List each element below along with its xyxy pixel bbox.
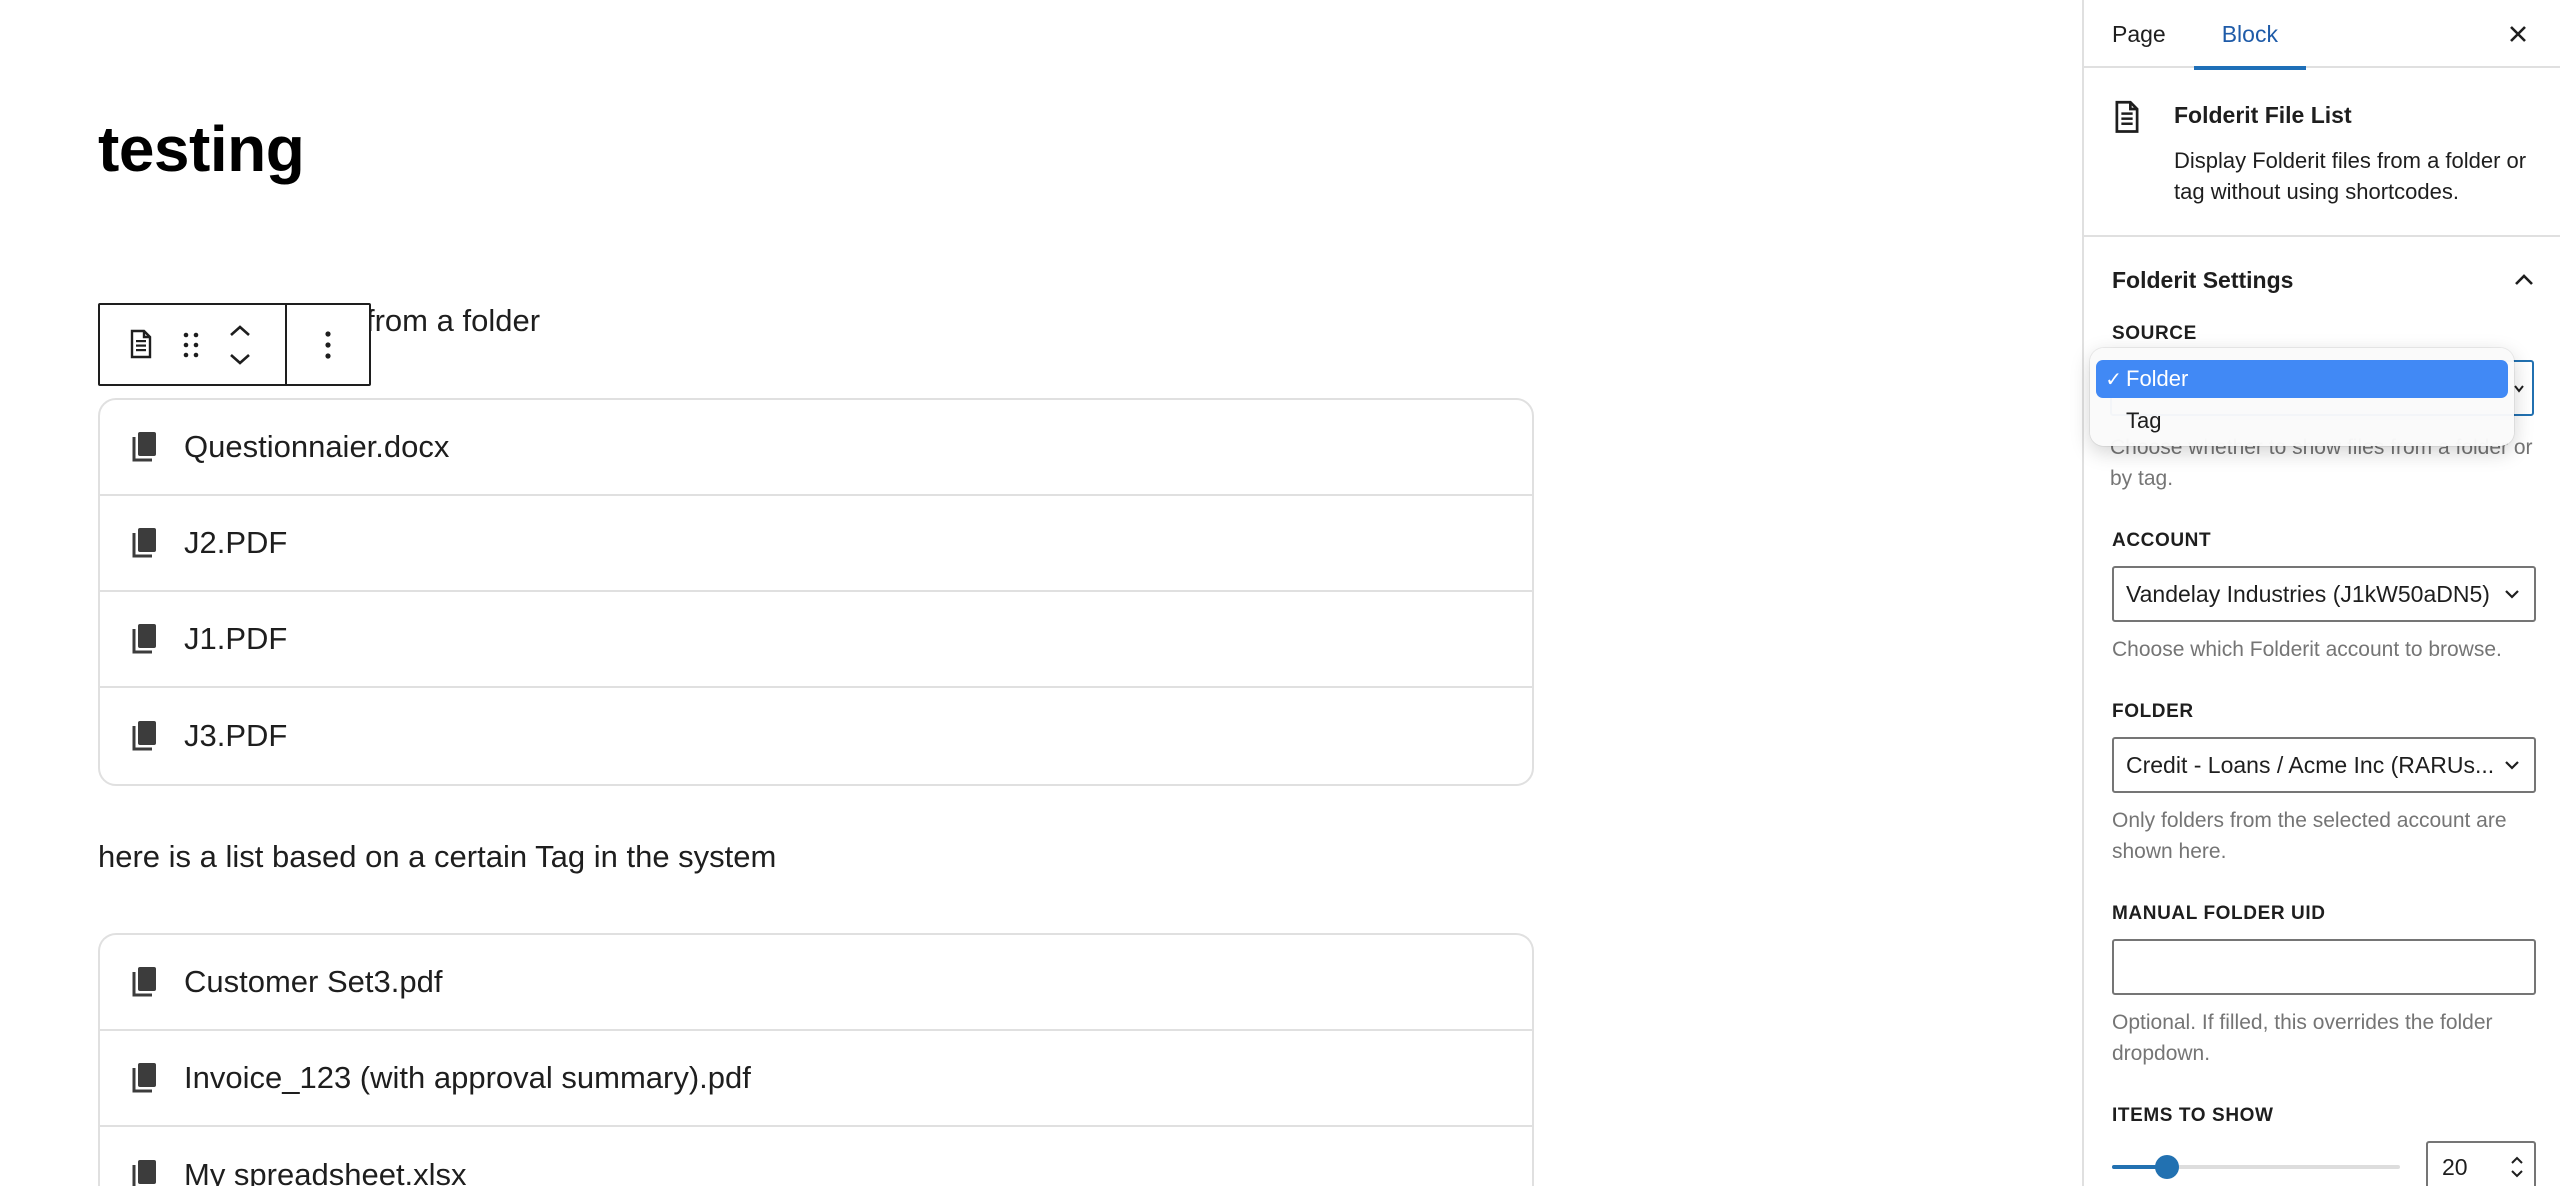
- post-title[interactable]: testing: [98, 112, 305, 186]
- option-label: Folder: [2126, 366, 2189, 391]
- file-icon: [132, 721, 156, 751]
- more-vertical-icon[interactable]: [324, 330, 332, 360]
- spinner-arrows-icon[interactable]: [2510, 1154, 2524, 1180]
- folder-select-value: Credit - Loans / Acme Inc (RARUs...: [2126, 751, 2494, 778]
- block-title: Folderit File List: [2174, 102, 2352, 128]
- document-icon[interactable]: [128, 329, 154, 361]
- checkmark-icon: ✓: [2105, 368, 2122, 391]
- tab-page[interactable]: Page: [2084, 0, 2194, 68]
- toolbar-group-options: [287, 305, 369, 384]
- sidebar-tabs: Page Block: [2084, 0, 2560, 70]
- items-number-value: 20: [2442, 1153, 2468, 1180]
- block-toolbar: [98, 303, 371, 386]
- file-name: Questionnaier.docx: [184, 429, 450, 464]
- chevron-down-icon: [2505, 590, 2519, 599]
- source-option-folder[interactable]: ✓ Folder: [2096, 360, 2508, 398]
- account-select-value: Vandelay Industries (J1kW50aDN5): [2126, 580, 2490, 607]
- folder-file-list: Questionnaier.docx J2.PDF J1.PDF J3.PDF: [98, 398, 1534, 786]
- document-icon: [2115, 100, 2139, 133]
- chevron-down-icon: [2514, 385, 2524, 393]
- file-icon: [132, 967, 156, 997]
- manual-uid-field: Manual Folder UID Optional. If filled, t…: [2112, 903, 2536, 1069]
- file-name: J2.PDF: [184, 525, 288, 560]
- file-icon: [132, 624, 156, 654]
- manual-uid-help: Optional. If filled, this overrides the …: [2112, 1011, 2493, 1065]
- chevron-up-down-icon[interactable]: [228, 323, 252, 367]
- option-label: Tag: [2126, 408, 2162, 433]
- account-help: Choose which Folderit account to browse.: [2112, 638, 2502, 661]
- panel-title: Folderit Settings: [2112, 266, 2294, 293]
- tag-file-list: Customer Set3.pdf Invoice_123 (with appr…: [98, 933, 1534, 1186]
- account-field: Account Vandelay Industries (J1kW50aDN5)…: [2112, 530, 2536, 665]
- items-slider[interactable]: [2112, 1155, 2400, 1179]
- list-item[interactable]: Customer Set3.pdf: [100, 935, 1532, 1031]
- list-item[interactable]: J1.PDF: [100, 592, 1532, 688]
- file-name: Customer Set3.pdf: [184, 964, 443, 999]
- toolbar-group-main: [100, 305, 287, 384]
- file-icon: [132, 1063, 156, 1093]
- folder-help: Only folders from the selected account a…: [2112, 809, 2507, 863]
- source-label: Source: [2112, 323, 2197, 344]
- block-description: Display Folderit files from a folder or …: [2174, 148, 2527, 204]
- file-name: J1.PDF: [184, 621, 288, 656]
- chevron-up-icon: [2515, 274, 2533, 285]
- manual-uid-input[interactable]: [2112, 939, 2536, 995]
- folder-select[interactable]: Credit - Loans / Acme Inc (RARUs...: [2112, 737, 2536, 793]
- list-item[interactable]: J3.PDF: [100, 688, 1532, 784]
- panel-toggle[interactable]: Folderit Settings: [2112, 237, 2534, 323]
- account-label: Account: [2112, 530, 2212, 551]
- account-select[interactable]: Vandelay Industries (J1kW50aDN5): [2112, 566, 2536, 622]
- file-name: My spreadsheet.xlsx: [184, 1157, 467, 1186]
- list-item[interactable]: J2.PDF: [100, 496, 1532, 592]
- folder-field: Folder Credit - Loans / Acme Inc (RARUs.…: [2112, 701, 2536, 867]
- file-icon: [132, 1160, 156, 1186]
- slider-thumb[interactable]: [2154, 1155, 2179, 1179]
- list-item[interactable]: Questionnaier.docx: [100, 400, 1532, 496]
- items-range-row: 20: [2112, 1141, 2536, 1186]
- settings-sidebar: Page Block Folderit File List Display Fo…: [2082, 0, 2560, 1186]
- source-dropdown-menu: ✓ Folder Tag: [2090, 348, 2514, 446]
- tab-block[interactable]: Block: [2193, 0, 2307, 70]
- items-to-show-field: Items to show 20: [2112, 1105, 2536, 1186]
- items-number-input[interactable]: 20: [2426, 1141, 2536, 1186]
- source-option-tag[interactable]: Tag: [2096, 402, 2508, 440]
- drag-handle-icon[interactable]: [182, 331, 200, 359]
- file-name: Invoice_123 (with approval summary).pdf: [184, 1060, 751, 1095]
- list-item[interactable]: My spreadsheet.xlsx: [100, 1127, 1532, 1186]
- paragraph-folder-intro[interactable]: from a folder: [366, 303, 540, 339]
- file-name: J3.PDF: [184, 718, 288, 753]
- chevron-down-icon: [2505, 761, 2519, 770]
- close-icon[interactable]: [2496, 12, 2540, 56]
- folder-label: Folder: [2112, 701, 2194, 722]
- file-icon: [132, 432, 156, 462]
- items-to-show-label: Items to show: [2112, 1105, 2274, 1126]
- editor-canvas: testing from a folder Questionnaier.docx…: [0, 0, 2082, 1186]
- list-item[interactable]: Invoice_123 (with approval summary).pdf: [100, 1031, 1532, 1127]
- paragraph-tag-intro[interactable]: here is a list based on a certain Tag in…: [98, 839, 776, 875]
- file-icon: [132, 528, 156, 558]
- block-card: Folderit File List Display Folderit file…: [2084, 68, 2560, 237]
- manual-uid-label: Manual Folder UID: [2112, 903, 2326, 924]
